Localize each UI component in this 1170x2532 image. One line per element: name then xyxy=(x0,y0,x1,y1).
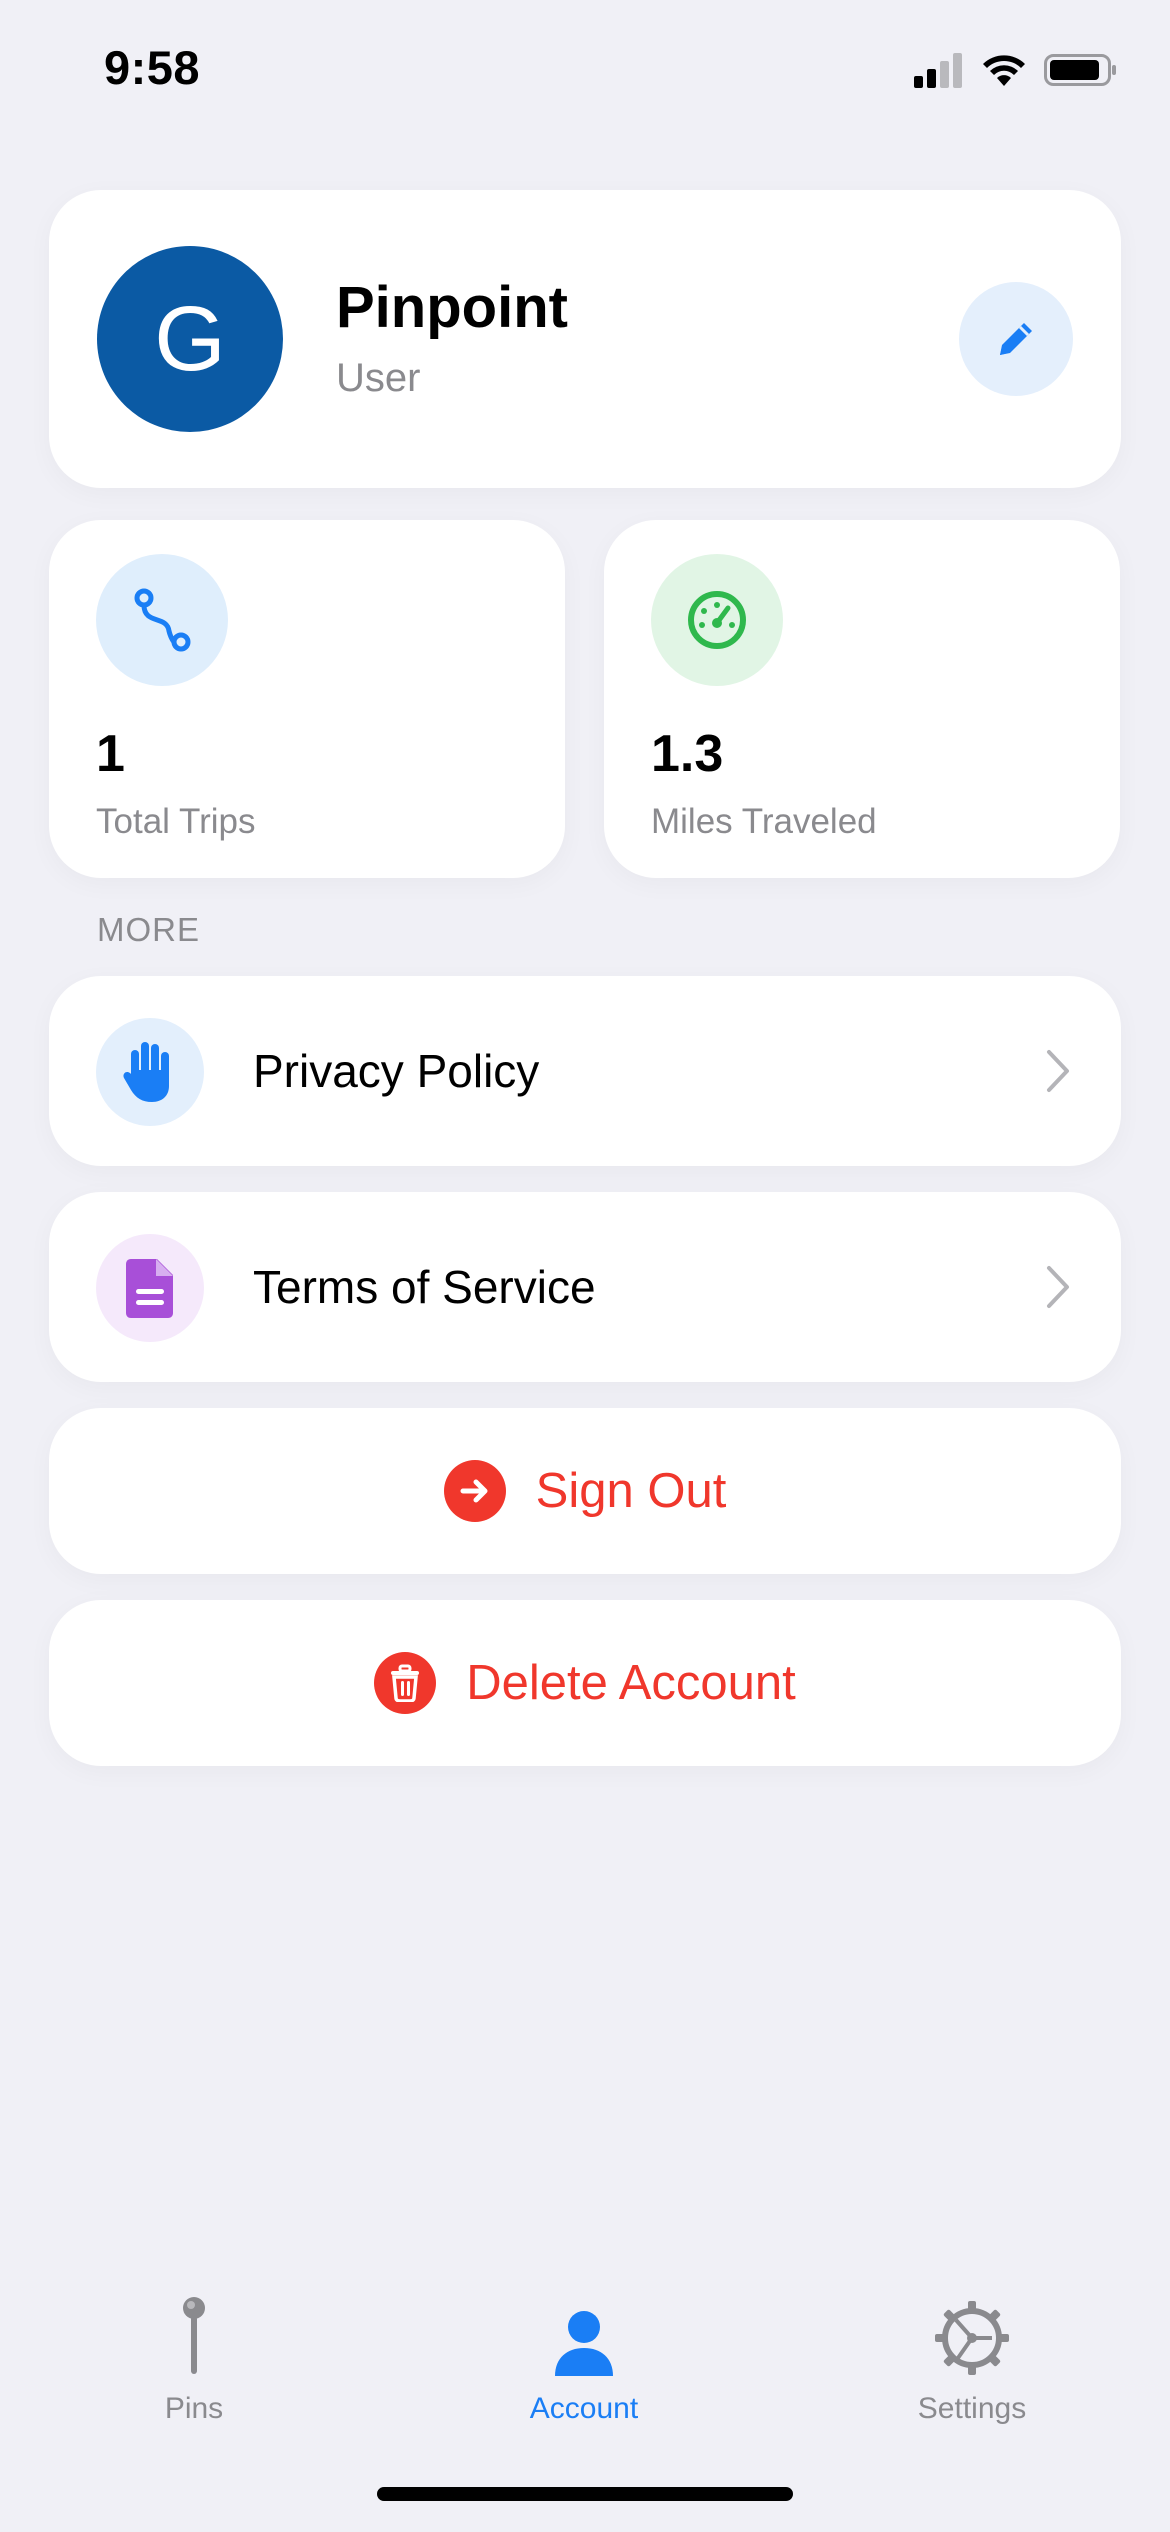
sign-out-button[interactable]: Sign Out xyxy=(49,1408,1121,1574)
avatar: G xyxy=(97,246,283,432)
speedometer-icon-badge xyxy=(651,554,783,686)
document-icon-badge xyxy=(96,1234,204,1342)
section-label-more: MORE xyxy=(97,911,200,948)
stat-label-miles-traveled: Miles Traveled xyxy=(651,802,877,841)
status-time: 9:58 xyxy=(104,41,201,94)
tab-pins-label: Pins xyxy=(164,2392,224,2425)
delete-account-button[interactable]: Delete Account xyxy=(49,1600,1121,1766)
stat-card-total-trips: 1 Total Trips xyxy=(49,520,565,878)
stat-value-total-trips: 1 xyxy=(96,725,125,783)
tab-settings-label: Settings xyxy=(917,2392,1027,2425)
edit-profile-button[interactable] xyxy=(959,282,1073,396)
status-icons xyxy=(914,52,1118,88)
delete-account-label: Delete Account xyxy=(466,1656,796,1710)
tab-settings[interactable]: Settings xyxy=(852,2290,1092,2426)
pin-icon xyxy=(183,2297,205,2374)
document-icon xyxy=(126,1259,173,1318)
privacy-policy-label: Privacy Policy xyxy=(253,1045,540,1097)
arrow-right-circle-icon xyxy=(443,1460,506,1522)
stat-label-total-trips: Total Trips xyxy=(96,802,256,841)
speedometer-icon xyxy=(688,591,746,649)
hand-icon-badge xyxy=(96,1018,204,1126)
chevron-right-icon xyxy=(1047,1050,1069,1092)
route-icon-badge xyxy=(96,554,228,686)
signal-icon xyxy=(914,53,962,88)
home-indicator xyxy=(377,2487,793,2501)
privacy-policy-row[interactable]: Privacy Policy xyxy=(49,976,1121,1166)
stat-value-miles-traveled: 1.3 xyxy=(651,725,724,783)
route-icon xyxy=(134,588,191,652)
terms-of-service-row[interactable]: Terms of Service xyxy=(49,1192,1121,1382)
battery-icon xyxy=(1044,54,1116,86)
trash-icon xyxy=(374,1652,437,1714)
tab-pins[interactable]: Pins xyxy=(74,2290,314,2426)
sign-out-label: Sign Out xyxy=(535,1464,727,1518)
pencil-icon xyxy=(1000,323,1032,355)
profile-role: User xyxy=(336,356,421,400)
gear-icon xyxy=(935,2301,1009,2375)
profile-name: Pinpoint xyxy=(336,275,568,340)
avatar-initial: G xyxy=(154,287,226,390)
wifi-icon xyxy=(983,55,1025,86)
hand-icon xyxy=(123,1042,169,1102)
tab-account[interactable]: Account xyxy=(464,2290,704,2426)
terms-of-service-label: Terms of Service xyxy=(253,1261,596,1313)
profile-card: G Pinpoint User xyxy=(49,190,1121,488)
stat-card-miles-traveled: 1.3 Miles Traveled xyxy=(604,520,1120,878)
tab-account-label: Account xyxy=(529,2392,639,2425)
person-icon xyxy=(555,2311,613,2376)
chevron-right-icon xyxy=(1047,1266,1069,1308)
